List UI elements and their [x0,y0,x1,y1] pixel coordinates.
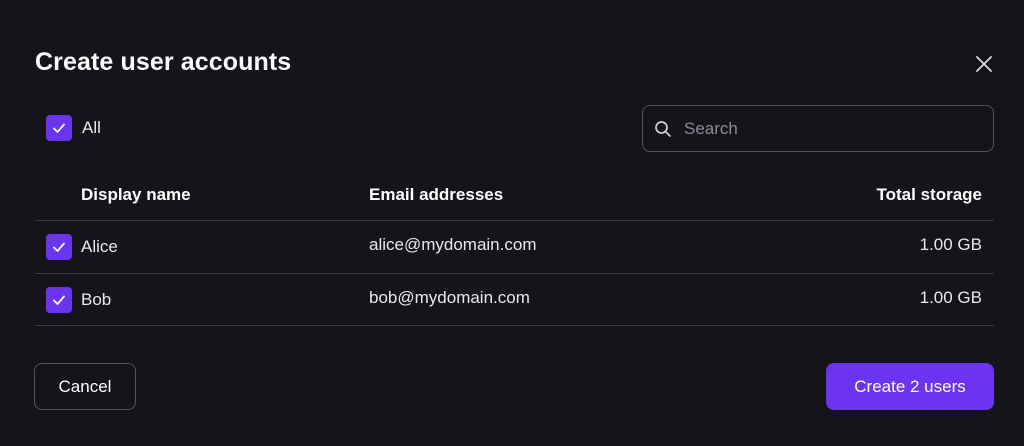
row-checkbox[interactable] [46,234,72,260]
dialog-title: Create user accounts [35,48,292,76]
table-row[interactable]: Bob bob@mydomain.com 1.00 GB [0,274,1024,326]
display-name-cell: Alice [81,237,118,256]
select-all-label: All [82,118,101,137]
table-bottom-divider [35,325,994,326]
email-cell: alice@mydomain.com [369,235,537,254]
cancel-button[interactable]: Cancel [34,363,136,410]
checkmark-icon [53,295,65,305]
checkmark-icon [53,242,65,252]
search-icon [655,120,671,137]
row-checkbox[interactable] [46,287,72,313]
storage-cell: 1.00 GB [919,288,982,307]
select-all-row: All [46,115,101,141]
column-header-storage[interactable]: Total storage [877,185,982,205]
table-row[interactable]: Alice alice@mydomain.com 1.00 GB [0,221,1024,273]
create-users-button[interactable]: Create 2 users [826,363,994,410]
search-box[interactable] [642,105,994,152]
search-input[interactable] [684,118,974,139]
close-button[interactable] [970,50,998,78]
storage-cell: 1.00 GB [919,235,982,254]
select-all-checkbox[interactable] [46,115,72,141]
close-icon [976,56,992,72]
column-header-email[interactable]: Email addresses [369,185,503,205]
display-name-cell: Bob [81,290,112,309]
checkmark-icon [53,123,65,133]
column-header-display-name[interactable]: Display name [81,185,191,205]
email-cell: bob@mydomain.com [369,288,530,307]
create-users-dialog: Create user accounts All Display name Em… [0,0,1024,446]
